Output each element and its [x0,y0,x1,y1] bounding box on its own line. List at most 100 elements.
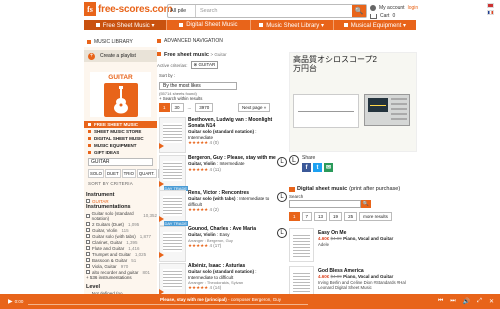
facet-label: 2 Guitars (Duet) [92,221,125,227]
checkbox[interactable] [86,270,90,274]
nav-digital-sheet-music[interactable]: Digital Sheet Music [167,20,251,30]
facet-item[interactable]: Guitar solo (with tabs) 1,877 [86,233,157,239]
menu-digital-sheet-music[interactable]: DIGITAL SHEET MUSIC [84,135,157,142]
facet-label: alto recorder and guitar [92,269,139,275]
facebook-icon[interactable]: f [302,163,311,172]
result-item[interactable]: Gounod, Charles : Ave Maria Guitar, Viol… [157,226,287,266]
result-instrumentation: Guitar, Violin [188,232,216,237]
digital-result-item[interactable]: Easy On Me 4.60€ $4.99 Piano, Vocal and … [289,228,417,266]
cart-link[interactable]: Cart 0 [370,13,395,19]
checkbox[interactable] [86,240,90,244]
digital-page[interactable]: 13 [314,212,328,221]
digital-search-button[interactable]: 🔍 [361,200,371,208]
breadcrumb[interactable]: > Guitar [210,52,226,57]
checkbox[interactable] [86,258,90,262]
oscilloscope-image [364,94,410,126]
result-title[interactable]: Beethoven, Ludwig van : Moonlight Sonata… [188,117,276,129]
play-icon[interactable]: ▶ [8,298,13,305]
music-library-header[interactable]: MUSIC LIBRARY [84,37,157,47]
stars: ★★★★★ [188,207,209,212]
digital-page[interactable]: 25 [344,212,358,221]
flag-fr-icon[interactable] [487,10,494,15]
advanced-navigation-toggle[interactable]: ADVANCED NAVIGATION [157,38,223,44]
type-quartet[interactable]: QUART. [136,169,157,178]
page-30[interactable]: 30 [170,103,184,112]
digital-score-thumbnail[interactable] [289,228,314,262]
search-scope-select[interactable]: All pile [168,5,196,17]
page-heading: Free sheet music [164,52,209,58]
listen-button-share[interactable]: L [289,155,299,165]
login-link[interactable]: login [408,5,419,11]
site-logo[interactable]: fs free-scores.com [84,2,172,16]
next-page-button[interactable]: Next page » [238,103,271,112]
page-last[interactable]: 3970 [195,103,214,112]
result-item[interactable]: DAY TRADE Bergeron, Guy : Please, stay w… [157,155,287,195]
listen-button[interactable]: L [277,228,287,238]
create-playlist-button[interactable]: + Create a playlist [84,50,157,62]
facet-label: Guitar solo (standard notation) [91,210,134,221]
digital-search-input[interactable] [289,200,361,208]
progress-bar[interactable] [28,304,308,305]
volume-icon[interactable]: 🔊 [463,298,470,305]
main-nav: Free Sheet Music ▾ Digital Sheet Music M… [84,20,416,30]
digital-page[interactable]: 7 [301,212,313,221]
page-1[interactable]: 1 [159,103,170,112]
close-icon[interactable]: ✕ [489,298,494,305]
play-icon[interactable] [159,252,164,258]
result-item[interactable]: DAY TRADE Rens, Victor : Rencontres Guit… [157,190,287,230]
flag-en-icon[interactable] [487,3,494,8]
result-item[interactable]: Beethoven, Ludwig van : Moonlight Sonata… [157,117,281,157]
menu-label: MUSIC EQUIPMENT [94,143,137,148]
checkbox[interactable] [86,234,90,238]
search-within-results-link[interactable]: + Search within results [159,96,202,101]
checkbox[interactable] [86,264,90,268]
menu-gift-ideas[interactable]: GIFT IDEAS [84,149,157,156]
sort-by-criteria-label: SORT BY CRITERIA [88,181,133,186]
checkbox[interactable] [86,252,90,256]
checkbox[interactable] [86,246,90,250]
sort-select[interactable]: By the most likes [159,82,237,90]
checkbox[interactable] [86,228,90,232]
menu-free-sheet-music[interactable]: FREE SHEET MUSIC [84,121,157,128]
digital-more-results[interactable]: more results [359,212,392,221]
type-duet[interactable]: DUET [104,169,121,178]
digital-page[interactable]: 19 [329,212,343,221]
type-trio[interactable]: TRIO [121,169,136,178]
advertisement[interactable]: 高品質オシロスコープ2 万円台 [289,52,417,152]
menu-sheet-music-store[interactable]: SHEET MUSIC STORE [84,128,157,135]
more-instrumentations-link[interactable]: + 536 instrumentations [86,275,157,280]
search-bar: All pile Search 🔍 [167,4,367,18]
checkbox[interactable] [86,199,90,203]
nav-free-sheet-music[interactable]: Free Sheet Music ▾ [84,20,168,30]
ad-line-2: 万円台 [293,64,317,73]
digital-page[interactable]: 1 [289,212,300,221]
active-criteria-chip[interactable]: ⊗ GUITAR [190,61,219,69]
twitter-icon[interactable]: t [313,163,322,172]
score-thumbnail[interactable]: DAY TRADE [159,155,188,191]
listen-button[interactable]: L [277,157,287,167]
checkbox[interactable] [86,222,90,226]
score-thumbnail[interactable]: DAY TRADE [159,190,188,226]
type-solo[interactable]: SOLO [88,169,104,178]
listen-button[interactable]: L [277,192,287,202]
guitar-icon [103,83,138,117]
score-thumbnail[interactable] [159,117,186,153]
account-link[interactable]: My account login [370,5,418,11]
facet-count: 1,416 [128,245,140,251]
next-icon[interactable]: ⏭ [450,298,455,305]
email-icon[interactable]: ✉ [324,163,333,172]
score-thumbnail[interactable] [159,226,186,262]
menu-music-equipment[interactable]: MUSIC EQUIPMENT [84,142,157,149]
previous-icon[interactable]: ⏮ [438,298,443,305]
search-input[interactable]: Search [196,5,352,17]
menu-label: DIGITAL SHEET MUSIC [94,136,144,141]
stars: ★★★★★ [188,242,209,248]
facet-item[interactable]: Guitar solo (standard notation) 10,352 [86,210,157,221]
instrument-select[interactable]: GUITAR [88,158,153,166]
search-button[interactable]: 🔍 [352,5,366,17]
nav-music-sheet-library[interactable]: Music Sheet Library ▾ [251,20,334,30]
nav-musical-equipment[interactable]: Musical Equipment ▾ [334,20,416,30]
checkbox[interactable] [86,213,90,218]
play-icon[interactable] [159,143,164,149]
expand-icon[interactable]: ⤢ [477,298,482,305]
